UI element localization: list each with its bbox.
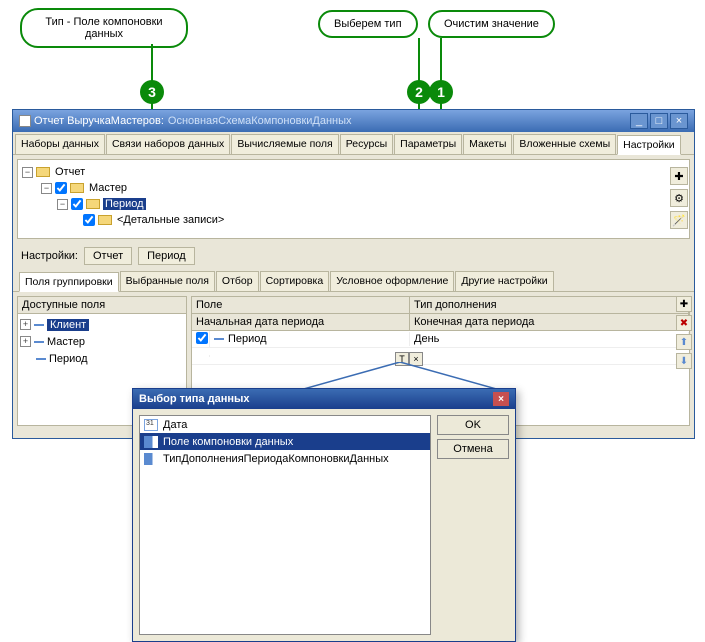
subtab-conditional[interactable]: Условное оформление: [330, 271, 454, 291]
dialog-title: Выбор типа данных: [139, 393, 250, 405]
tree-root[interactable]: Отчет: [53, 166, 87, 178]
type-item-composition-field[interactable]: Поле компоновки данных: [163, 436, 293, 448]
report-icon: [36, 167, 50, 177]
tab-settings[interactable]: Настройки: [617, 135, 681, 155]
group-icon: [86, 199, 100, 209]
type-item-date[interactable]: Дата: [163, 419, 187, 431]
select-type-button[interactable]: T: [395, 352, 409, 366]
expand-icon[interactable]: −: [41, 183, 52, 194]
tool-add[interactable]: ✚: [670, 167, 688, 185]
subtab-filter[interactable]: Отбор: [216, 271, 259, 291]
field-icon: [34, 341, 44, 343]
grid-delete-button[interactable]: ✖: [676, 315, 692, 331]
grid-up-button[interactable]: ⬆: [676, 334, 692, 350]
tab-resources[interactable]: Ресурсы: [340, 134, 393, 154]
grid-header-end: Конечная дата периода: [410, 314, 689, 330]
main-tabbar: Наборы данных Связи наборов данных Вычис…: [13, 132, 694, 155]
app-icon: [19, 115, 31, 127]
tab-parameters[interactable]: Параметры: [394, 134, 462, 154]
grid-header-start: Начальная дата периода: [192, 314, 410, 330]
settings-label: Настройки:: [21, 250, 78, 262]
grid-down-button[interactable]: ⬇: [676, 353, 692, 369]
expand-icon[interactable]: −: [22, 167, 33, 178]
tool-wizard[interactable]: 🪄: [670, 211, 688, 229]
dialog-ok-button[interactable]: OK: [437, 415, 509, 435]
close-button[interactable]: ×: [670, 113, 688, 129]
date-icon: [144, 419, 158, 431]
settings-period-button[interactable]: Период: [138, 247, 195, 265]
callout-1: Очистим значение: [428, 10, 555, 38]
tool-props[interactable]: ⚙: [670, 189, 688, 207]
avail-master[interactable]: Мастер: [47, 336, 85, 348]
tab-dataset-links[interactable]: Связи наборов данных: [106, 134, 230, 154]
dialog-titlebar: Выбор типа данных ×: [133, 389, 515, 409]
callout-3: Тип - Поле компоновки данных: [20, 8, 188, 48]
title-sub: ОсновнаяСхемаКомпоновкиДанных: [168, 115, 352, 127]
subtab-group-fields[interactable]: Поля группировки: [19, 272, 119, 292]
field-icon: [144, 453, 158, 465]
title-main: Отчет ВыручкаМастеров:: [34, 115, 164, 127]
type-dialog: Выбор типа данных × Дата Поле компоновки…: [132, 388, 516, 642]
avail-period[interactable]: Период: [49, 353, 88, 365]
dialog-close-button[interactable]: ×: [493, 392, 509, 406]
field-icon: [36, 358, 46, 360]
grid-add-button[interactable]: ✚: [676, 296, 692, 312]
subtab-other[interactable]: Другие настройки: [455, 271, 553, 291]
clear-value-button[interactable]: ×: [409, 352, 423, 366]
report-tree[interactable]: −Отчет −Мастер −Период <Детальные записи…: [17, 159, 690, 239]
row-type[interactable]: День: [410, 332, 689, 346]
marker-2: 2: [407, 80, 431, 104]
marker-3: 3: [140, 80, 164, 104]
tree-check[interactable]: [71, 198, 83, 210]
tab-layouts[interactable]: Макеты: [463, 134, 512, 154]
expand-icon[interactable]: +: [20, 319, 31, 330]
tab-calc-fields[interactable]: Вычисляемые поля: [231, 134, 338, 154]
tab-nested-schemas[interactable]: Вложенные схемы: [513, 134, 616, 154]
minimize-button[interactable]: _: [630, 113, 648, 129]
group-icon: [98, 215, 112, 225]
expand-icon[interactable]: −: [57, 199, 68, 210]
sub-tabbar: Поля группировки Выбранные поля Отбор Со…: [13, 269, 694, 292]
expand-icon[interactable]: +: [20, 336, 31, 347]
grid-header-type: Тип дополнения: [410, 297, 689, 313]
maximize-button[interactable]: □: [650, 113, 668, 129]
field-icon: [34, 324, 44, 326]
callout-2: Выберем тип: [318, 10, 418, 38]
marker-1: 1: [429, 80, 453, 104]
tree-check[interactable]: [55, 182, 67, 194]
settings-report-button[interactable]: Отчет: [84, 247, 132, 265]
tree-check[interactable]: [83, 214, 95, 226]
tree-detail[interactable]: <Детальные записи>: [115, 214, 226, 226]
subtab-sort[interactable]: Сортировка: [260, 271, 330, 291]
tab-datasets[interactable]: Наборы данных: [15, 134, 105, 154]
row-field[interactable]: Период: [228, 333, 267, 345]
avail-client[interactable]: Клиент: [47, 319, 89, 331]
settings-row: Настройки: Отчет Период: [13, 243, 694, 269]
grid-header-field: Поле: [192, 297, 410, 313]
subtab-selected-fields[interactable]: Выбранные поля: [120, 271, 215, 291]
available-header: Доступные поля: [17, 296, 187, 314]
group-icon: [70, 183, 84, 193]
type-item-period-addition[interactable]: ТипДополненияПериодаКомпоновкиДанных: [163, 453, 389, 465]
tree-master[interactable]: Мастер: [87, 182, 129, 194]
field-icon: [144, 436, 158, 448]
row-check[interactable]: [196, 332, 208, 344]
type-list[interactable]: Дата Поле компоновки данных ТипДополнени…: [139, 415, 431, 635]
dialog-cancel-button[interactable]: Отмена: [437, 439, 509, 459]
field-icon: [214, 338, 224, 340]
titlebar: Отчет ВыручкаМастеров: ОсновнаяСхемаКомп…: [13, 110, 694, 132]
tree-period[interactable]: Период: [103, 198, 146, 210]
